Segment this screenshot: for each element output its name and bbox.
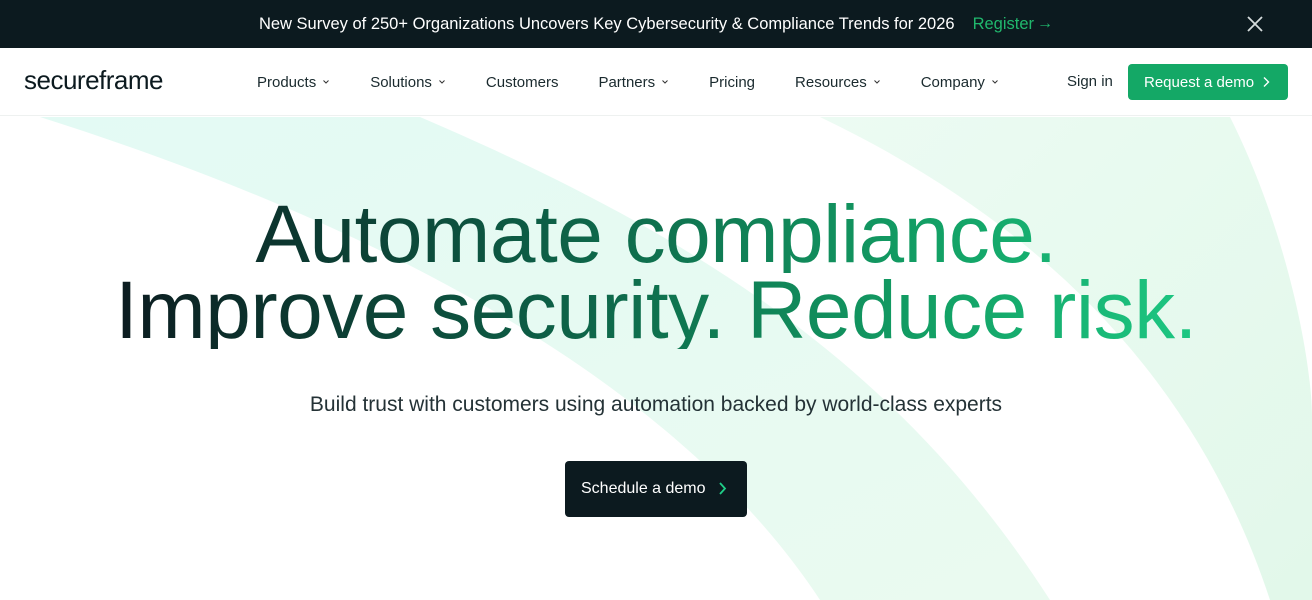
announcement-banner: New Survey of 250+ Organizations Uncover… xyxy=(0,0,1312,48)
nav-item-company[interactable]: Company xyxy=(921,74,999,91)
close-icon[interactable] xyxy=(1244,13,1266,35)
nav-item-label: Customers xyxy=(485,73,559,91)
nav-item-label: Company xyxy=(920,73,985,91)
nav-item-label: Pricing xyxy=(709,73,756,91)
main-navigation: secureframe Products Solutions Customers… xyxy=(0,48,1312,116)
nav-item-customers[interactable]: Customers xyxy=(486,74,559,91)
chevron-down-icon xyxy=(873,80,880,84)
chevron-down-icon xyxy=(323,80,330,84)
hero-headline-line1: Automate compliance. xyxy=(0,194,1312,276)
chevron-right-icon xyxy=(719,482,727,495)
nav-item-partners[interactable]: Partners xyxy=(598,74,669,91)
chevron-down-icon xyxy=(662,80,669,84)
hero-section: Automate compliance. Improve security. R… xyxy=(0,117,1312,600)
chevron-right-icon xyxy=(1263,77,1270,87)
secureframe-logo[interactable]: secureframe xyxy=(24,65,164,96)
nav-item-label: Products xyxy=(257,73,317,91)
nav-item-pricing[interactable]: Pricing xyxy=(709,74,755,91)
schedule-demo-label: Schedule a demo xyxy=(581,480,706,497)
nav-item-label: Solutions xyxy=(370,73,432,91)
hero-headline-line2: Improve security. Reduce risk. xyxy=(0,270,1312,352)
chevron-down-icon xyxy=(992,80,998,84)
request-demo-button[interactable]: Request a demo xyxy=(1128,64,1288,100)
request-demo-label: Request a demo xyxy=(1144,73,1255,91)
chevron-down-icon xyxy=(439,80,445,84)
nav-item-solutions[interactable]: Solutions xyxy=(370,74,446,91)
nav-menu: Products Solutions Customers Partners Pr… xyxy=(257,48,999,116)
schedule-demo-button[interactable]: Schedule a demo xyxy=(565,461,747,517)
nav-item-resources[interactable]: Resources xyxy=(795,74,881,91)
arrow-right-icon: → xyxy=(1037,15,1054,32)
register-label: Register xyxy=(972,14,1035,33)
register-link[interactable]: Register → xyxy=(973,15,1053,34)
banner-message: New Survey of 250+ Organizations Uncover… xyxy=(258,14,955,33)
nav-item-products[interactable]: Products xyxy=(257,74,330,91)
nav-item-label: Partners xyxy=(598,73,656,91)
hero-subheadline: Build trust with customers using automat… xyxy=(309,393,1003,416)
nav-item-label: Resources xyxy=(795,73,867,91)
sign-in-link[interactable]: Sign in xyxy=(1067,73,1113,90)
